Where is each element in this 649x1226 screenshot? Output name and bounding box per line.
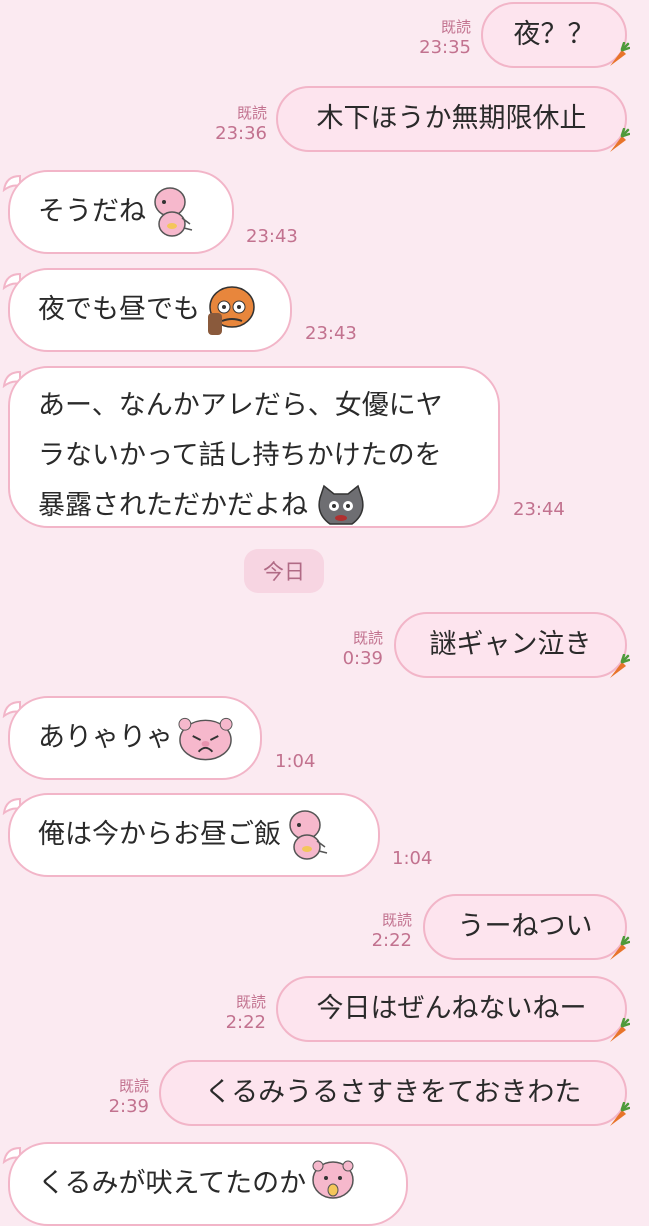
incoming-message-bubble[interactable]: 俺は今からお昼ご飯 [8, 793, 380, 877]
message-text: 俺は今からお昼ご飯 [38, 819, 281, 850]
pink-creature-sticker [154, 187, 193, 237]
message-text: くるみうるさすきをておきわた [204, 1077, 582, 1108]
message-text-line: ラないかって話し持ちかけたのを [38, 440, 442, 471]
timestamp: 23:36 [215, 123, 267, 144]
timestamp: 23:43 [246, 226, 298, 247]
read-receipt: 既読 23:35 [419, 18, 471, 59]
message-text: ありゃりゃ [38, 722, 173, 753]
carrot-icon [610, 1018, 630, 1042]
timestamp: 2:22 [225, 1012, 266, 1033]
outgoing-message-bubble[interactable]: 謎ギャン泣き [394, 612, 627, 678]
gray-cat-sticker [318, 484, 364, 525]
date-divider: 今日 [244, 549, 324, 593]
pink-pig-face-sticker [178, 717, 233, 761]
carrot-icon [610, 1102, 630, 1126]
timestamp: 1:04 [275, 751, 316, 772]
message-text: 木下ほうか無期限休止 [316, 103, 587, 134]
read-label: 既読 [352, 629, 383, 647]
message-text-line-group: 暴露されただかだよね [38, 481, 370, 531]
timestamp: 1:04 [392, 848, 433, 869]
message-text-line: 暴露されただかだよね [38, 490, 308, 521]
message-text: 今日はぜんねないねー [316, 993, 587, 1024]
incoming-message-bubble[interactable]: くるみが吠えてたのか [8, 1142, 408, 1226]
read-label: 既読 [236, 104, 267, 122]
message-text: くるみが吠えてたのか [38, 1168, 307, 1199]
message-text: 謎ギャン泣き [429, 629, 592, 660]
carrot-icon [610, 128, 630, 152]
message-text: 夜？？ [513, 19, 595, 50]
incoming-message-bubble[interactable]: ありゃりゃ [8, 696, 262, 780]
message-text: 夜でも昼でも [38, 294, 200, 325]
message-text: そうだね [38, 196, 146, 227]
incoming-message-bubble[interactable]: 夜でも昼でも [8, 268, 292, 352]
pink-creature-sticker [289, 810, 328, 860]
timestamp: 23:44 [513, 499, 565, 520]
timestamp: 23:43 [305, 323, 357, 344]
timestamp: 2:39 [108, 1096, 149, 1117]
read-label: 既読 [118, 1077, 149, 1095]
outgoing-message-bubble[interactable]: 木下ほうか無期限休止 [276, 86, 627, 152]
incoming-message-bubble[interactable]: そうだね [8, 170, 234, 254]
outgoing-message-bubble[interactable]: くるみうるさすきをておきわた [159, 1060, 627, 1126]
carrot-icon [610, 936, 630, 960]
carrot-icon [610, 654, 630, 678]
timestamp: 0:39 [342, 648, 383, 669]
pink-bear-sticker [312, 1160, 354, 1199]
read-receipt: 既読 2:22 [226, 993, 266, 1034]
read-label: 既読 [440, 18, 471, 36]
timestamp: 23:35 [419, 37, 471, 58]
carrot-icon [610, 42, 630, 66]
outgoing-message-bubble[interactable]: うーねつい [423, 894, 627, 960]
message-text: うーねつい [457, 911, 593, 942]
message-text-line: あー、なんかアレだら、女優にヤ [38, 390, 443, 421]
read-label: 既読 [381, 911, 412, 929]
outgoing-message-bubble[interactable]: 今日はぜんねないねー [276, 976, 627, 1042]
timestamp: 2:22 [371, 930, 412, 951]
read-label: 既読 [235, 993, 266, 1011]
tiger-face-sticker [208, 286, 255, 335]
read-receipt: 既読 0:39 [343, 629, 383, 670]
read-receipt: 既読 2:39 [109, 1077, 149, 1118]
incoming-message-bubble[interactable]: あー、なんかアレだら、女優にヤ ラないかって話し持ちかけたのを 暴露されただかだ… [8, 366, 500, 528]
read-receipt: 既読 2:22 [372, 911, 412, 952]
read-receipt: 既読 23:36 [215, 104, 267, 145]
